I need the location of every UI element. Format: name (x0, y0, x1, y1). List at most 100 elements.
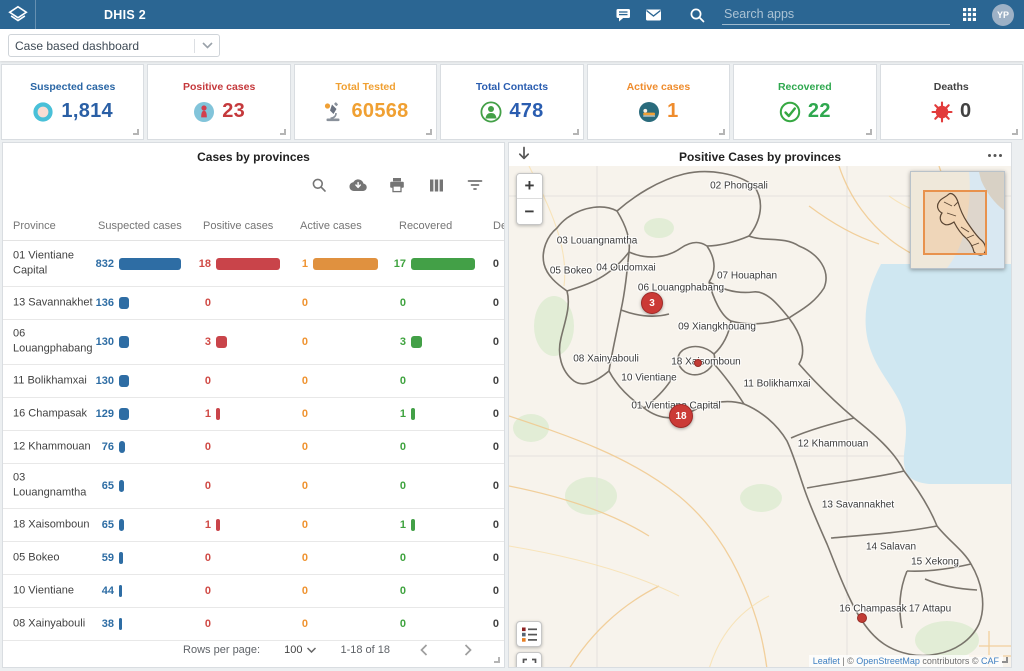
province-name: 12 Khammouan (13, 439, 95, 454)
panel-resize-handle[interactable] (494, 657, 500, 663)
positive-bar (216, 336, 227, 348)
deaths-value: 0 (479, 519, 499, 531)
card-suspected-cases[interactable]: Suspected cases 1,814 (1, 64, 144, 140)
more-options-icon[interactable] (987, 146, 1003, 161)
case-dot-marker[interactable] (857, 613, 867, 623)
recovered-value: 3 (381, 336, 406, 348)
active-value: 0 (283, 618, 308, 630)
zoom-out-button[interactable]: − (517, 199, 542, 224)
province-name: 01 Vientiane Capital (13, 249, 95, 280)
top-bar: DHIS 2 YP (0, 0, 1024, 29)
province-name: 03 Louangnamtha (13, 471, 95, 502)
active-bar (313, 258, 378, 270)
card-active-cases[interactable]: Active cases 1 (587, 64, 730, 140)
fullscreen-button[interactable] (516, 652, 542, 668)
province-map-label: 07 Houaphan (717, 271, 777, 282)
deaths-value: 0 (479, 441, 499, 453)
mail-icon[interactable] (638, 0, 668, 29)
table-row[interactable]: 06 Louangphabang1303030 (3, 320, 504, 365)
table-row[interactable]: 05 Bokeo590000 (3, 542, 504, 575)
province-map-label: 03 Louangnamtha (557, 236, 638, 247)
card-resize-handle[interactable] (719, 129, 725, 135)
active-value: 0 (283, 375, 308, 387)
table-row[interactable]: 16 Champasak1291010 (3, 398, 504, 431)
card-deaths[interactable]: Deaths 0 (880, 64, 1023, 140)
attribution-link[interactable]: OpenStreetMap (856, 656, 920, 666)
card-total-tested[interactable]: Total Tested 60568 (294, 64, 437, 140)
table-row[interactable]: 10 Vientiane440000 (3, 575, 504, 608)
suspected-value: 65 (87, 519, 114, 531)
suspected-value: 130 (87, 375, 114, 387)
recovered-bar (411, 408, 415, 420)
microscope-icon (322, 101, 344, 123)
panel-resize-handle[interactable] (1002, 657, 1008, 663)
card-resize-handle[interactable] (426, 129, 432, 135)
deaths-value: 0 (479, 375, 499, 387)
card-resize-handle[interactable] (133, 129, 139, 135)
dashboard-select[interactable]: Case based dashboard (8, 34, 220, 57)
download-arrow-icon[interactable] (517, 146, 531, 166)
previous-page-button[interactable] (414, 640, 434, 660)
province-map-label: 02 Phongsali (710, 181, 768, 192)
download-icon[interactable] (349, 176, 367, 194)
card-positive-cases[interactable]: Positive cases 23 (147, 64, 290, 140)
next-page-button[interactable] (458, 640, 478, 660)
column-header-positive[interactable]: Positive cases (203, 220, 273, 232)
legend-button[interactable] (516, 621, 542, 647)
table-row[interactable]: 12 Khammouan760000 (3, 431, 504, 464)
attribution-link[interactable]: CAF (981, 656, 999, 666)
table-row[interactable]: 08 Xainyabouli380000 (3, 608, 504, 641)
suspected-bar (119, 552, 123, 564)
province-name: 16 Champasak (13, 406, 95, 421)
ring-icon (32, 101, 54, 123)
column-header-suspected[interactable]: Suspected cases (98, 220, 182, 232)
search-input[interactable] (722, 5, 950, 25)
dhis2-logo[interactable] (0, 0, 36, 29)
suspected-value: 832 (87, 258, 114, 270)
active-value: 0 (283, 552, 308, 564)
card-value: 22 (808, 100, 831, 123)
table-search-icon[interactable] (310, 176, 328, 194)
print-icon[interactable] (388, 176, 406, 194)
column-header-province[interactable]: Province (13, 220, 56, 232)
column-header-active[interactable]: Active cases (300, 220, 362, 232)
card-resize-handle[interactable] (573, 129, 579, 135)
table-row[interactable]: 18 Xaisomboun651010 (3, 509, 504, 542)
apps-grid-icon[interactable] (954, 0, 984, 29)
zoom-in-button[interactable]: + (517, 174, 542, 199)
attribution-link[interactable]: Leaflet (813, 656, 840, 666)
search-icon[interactable] (682, 0, 712, 29)
cases-table-panel: Cases by provinces Province Suspected ca… (2, 142, 505, 668)
map-panel: Positive Cases by provinces (508, 142, 1012, 668)
table-row[interactable]: 03 Louangnamtha650000 (3, 464, 504, 509)
pagination-range: 1-18 of 18 (340, 644, 390, 656)
case-count-marker[interactable]: 18 (669, 404, 693, 428)
map-canvas[interactable]: 02 Phongsali03 Louangnamtha04 Oudomxai05… (509, 166, 1011, 668)
card-total-contacts[interactable]: Total Contacts 478 (440, 64, 583, 140)
province-map-label: 09 Xiangkhouang (678, 322, 756, 333)
messages-icon[interactable] (608, 0, 638, 29)
columns-icon[interactable] (427, 176, 445, 194)
table-row[interactable]: 11 Bolikhamxai1300000 (3, 365, 504, 398)
column-header-recovered[interactable]: Recovered (399, 220, 452, 232)
card-resize-handle[interactable] (1012, 129, 1018, 135)
province-map-label: 14 Salavan (866, 542, 916, 553)
case-count-marker[interactable]: 3 (641, 292, 663, 314)
recovered-value: 1 (381, 408, 406, 420)
table-body: 01 Vientiane Capital83218117013 Savannak… (3, 242, 504, 641)
rows-per-page-select[interactable]: 100 (284, 644, 316, 656)
column-header-deaths[interactable]: Deaths (493, 220, 505, 232)
case-dot-marker[interactable] (694, 359, 702, 367)
table-row[interactable]: 01 Vientiane Capital832181170 (3, 242, 504, 287)
filter-icon[interactable] (466, 176, 484, 194)
table-row[interactable]: 13 Savannakhet1360000 (3, 287, 504, 320)
overview-minimap[interactable] (910, 171, 1005, 269)
card-resize-handle[interactable] (866, 129, 872, 135)
card-label: Suspected cases (30, 81, 115, 93)
active-value: 0 (283, 297, 308, 309)
card-recovered[interactable]: Recovered 22 (733, 64, 876, 140)
avatar[interactable]: YP (992, 4, 1014, 26)
card-resize-handle[interactable] (280, 129, 286, 135)
map-title: Positive Cases by provinces (509, 143, 1011, 164)
active-value: 0 (283, 519, 308, 531)
